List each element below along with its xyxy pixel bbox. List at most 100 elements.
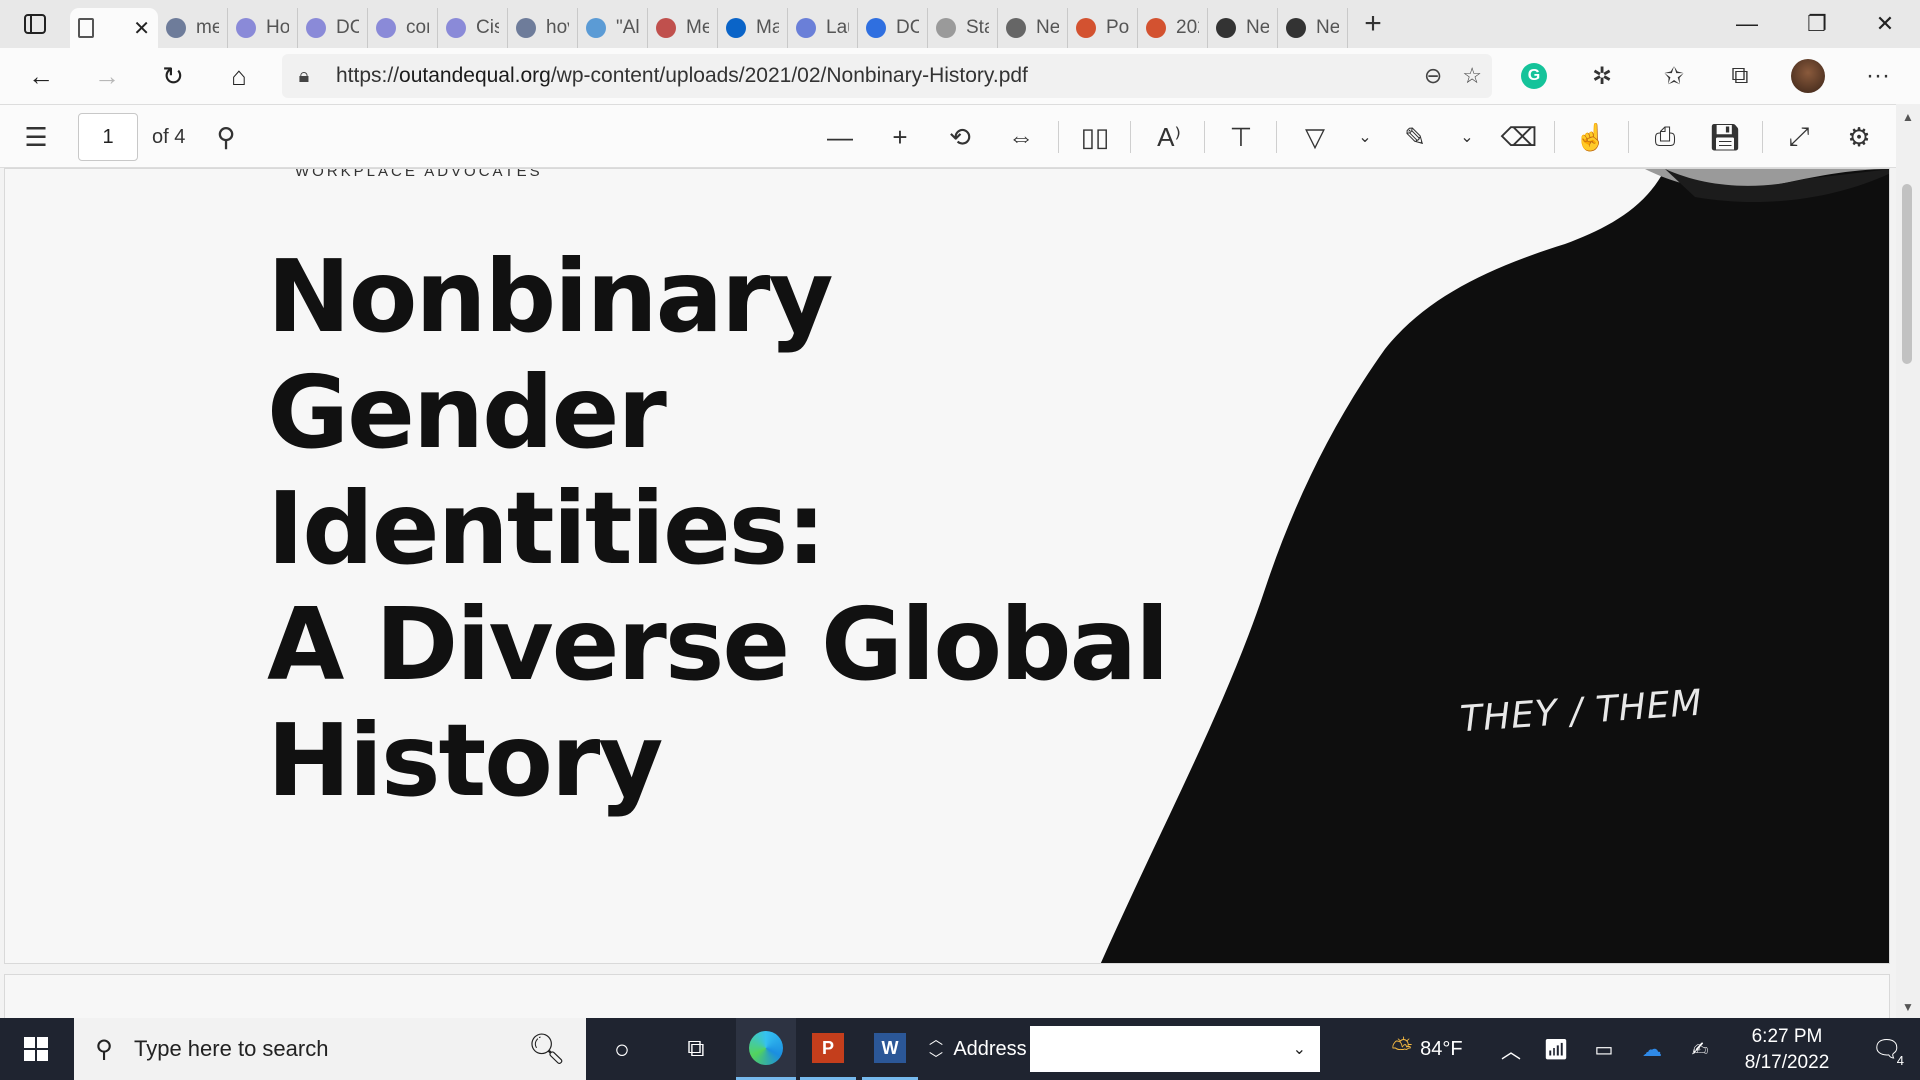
close-tab-icon[interactable]: ✕ — [133, 16, 150, 41]
refresh-button[interactable]: ↻ — [140, 48, 206, 104]
wifi-icon: 📶︎ — [1543, 1038, 1569, 1061]
browser-tab[interactable]: mes — [158, 8, 228, 48]
taskbar-edge[interactable] — [736, 1018, 796, 1080]
pdf-settings-button[interactable]: ⚙ — [1836, 105, 1882, 169]
erase-button[interactable]: ⌫ — [1496, 105, 1542, 169]
add-favorite-icon[interactable]: ☆ — [1462, 63, 1482, 89]
page-view-icon: ▯▯ — [1080, 121, 1110, 152]
settings-more-button[interactable]: ··· — [1850, 48, 1906, 104]
tab-active[interactable]: ✕ — [70, 8, 158, 48]
tab-list: ✕ mes Hor DCI con Cisl hov "All Mec Mai Lau DCI Stal… — [70, 0, 1348, 48]
browser-tab[interactable]: 202 — [1138, 8, 1208, 48]
print-button[interactable]: ⎙ — [1642, 105, 1688, 169]
browser-tab[interactable]: Hor — [228, 8, 298, 48]
page-view-button[interactable]: ▯▯ — [1072, 105, 1118, 169]
taskbar-powerpoint[interactable]: P — [800, 1018, 856, 1080]
read-aloud-button[interactable]: A⁾ — [1146, 105, 1192, 169]
new-tab-button[interactable]: + — [1348, 0, 1398, 48]
clock[interactable]: 6:27 PM 8/17/2022 — [1722, 1024, 1852, 1076]
browser-tab[interactable]: DCI — [298, 8, 368, 48]
home-button[interactable]: ⌂ — [206, 48, 272, 104]
toolbar-scroll-arrows[interactable]: ︿ ﹀ — [924, 1018, 948, 1080]
back-button[interactable]: ← — [8, 48, 74, 104]
cloud-icon: ☁ — [1642, 1038, 1662, 1061]
chevron-down-icon[interactable]: ⌄ — [1293, 1039, 1306, 1059]
taskbar-word[interactable]: W — [862, 1018, 918, 1080]
browser-tab[interactable]: Lau — [788, 8, 858, 48]
address-bar[interactable]: 🔒︎ https://outandequal.org/wp-content/up… — [282, 54, 1492, 98]
tab-actions-button[interactable] — [0, 0, 70, 48]
text-box-icon: ⊤ — [1229, 121, 1253, 152]
fullscreen-button[interactable]: ⤢ — [1776, 105, 1822, 169]
start-button[interactable] — [0, 1018, 72, 1080]
navigation-bar: ← → ↻ ⌂ 🔒︎ https://outandequal.org/wp-co… — [0, 48, 1920, 104]
extensions-button[interactable]: ✲ — [1574, 48, 1630, 104]
zoom-in-button[interactable]: + — [878, 105, 922, 169]
avatar — [1791, 59, 1825, 93]
more-icon: ··· — [1866, 62, 1890, 89]
scroll-up-icon[interactable]: ▲ — [1896, 110, 1920, 124]
find-button[interactable]: ⚲ — [204, 105, 248, 169]
address-input[interactable]: ⌄ — [1030, 1026, 1320, 1072]
browser-tab[interactable]: Nev — [1208, 8, 1278, 48]
browser-tab[interactable]: Stal — [928, 8, 998, 48]
save-button[interactable]: 💾︎ — [1702, 105, 1748, 169]
pdf-viewer[interactable]: WORKPLACE ADVOCATES Nonbinary Gender Ide… — [0, 168, 1920, 1018]
browser-tab[interactable]: Nev — [1278, 8, 1348, 48]
zoom-out-icon[interactable]: ⊖ — [1424, 63, 1442, 89]
fit-width-button[interactable]: ⇔ — [998, 105, 1044, 169]
onedrive-button[interactable]: ☁ — [1632, 1018, 1672, 1080]
browser-tab[interactable]: "All — [578, 8, 648, 48]
pen-workspace-button[interactable]: ✍︎ — [1680, 1018, 1720, 1080]
weather-widget[interactable]: ⛅︎ 84°F — [1372, 1018, 1482, 1080]
windows-logo-icon — [24, 1037, 48, 1061]
battery-button[interactable]: ▭ — [1584, 1018, 1624, 1080]
zoom-out-button[interactable]: — — [818, 105, 862, 169]
show-hidden-icons-button[interactable]: ︿ — [1494, 1018, 1528, 1080]
page-number-input[interactable]: 1 — [78, 113, 138, 161]
url-text[interactable]: https://outandequal.org/wp-content/uploa… — [336, 64, 1028, 88]
restore-button[interactable]: ❐ — [1782, 0, 1852, 48]
collections-button[interactable]: ⧉ — [1712, 48, 1768, 104]
scrollbar-thumb[interactable] — [1902, 184, 1912, 364]
contents-button[interactable]: ☰ — [14, 105, 58, 169]
chevron-down-icon: ⌄ — [1460, 129, 1474, 146]
vertical-scrollbar[interactable]: ▲ ▼ — [1896, 104, 1920, 1018]
draw-button[interactable]: ▽ — [1292, 105, 1338, 169]
minimize-button[interactable]: — — [1712, 0, 1782, 48]
browser-tab[interactable]: DCI — [858, 8, 928, 48]
rotate-button[interactable]: ⟲ — [938, 105, 982, 169]
toolbar-divider — [1130, 121, 1131, 153]
chevron-down-icon: ⌄ — [1358, 129, 1372, 146]
task-view-button[interactable]: ⧉ — [668, 1018, 724, 1080]
network-button[interactable]: 📶︎ — [1536, 1018, 1576, 1080]
notification-center-button[interactable]: 🗨︎ 4 — [1862, 1018, 1912, 1080]
highlighter-icon: ✎ — [1404, 121, 1426, 152]
browser-tab[interactable]: Nev — [998, 8, 1068, 48]
scroll-down-icon[interactable]: ▼ — [1896, 1000, 1920, 1014]
browser-tab[interactable]: Pov — [1068, 8, 1138, 48]
cortana-button[interactable]: ○ — [594, 1018, 650, 1080]
browser-tab[interactable]: con — [368, 8, 438, 48]
profile-button[interactable] — [1780, 48, 1836, 104]
close-window-button[interactable]: ✕ — [1850, 0, 1920, 48]
browser-tab[interactable]: Cisl — [438, 8, 508, 48]
tab-title: Lau — [826, 17, 849, 38]
refresh-icon: ↻ — [162, 60, 184, 91]
browser-tab[interactable]: Mec — [648, 8, 718, 48]
highlight-button[interactable]: ✎ — [1392, 105, 1438, 169]
add-text-button[interactable]: ⊤ — [1218, 105, 1264, 169]
touch-writing-button[interactable]: ☝ — [1568, 105, 1614, 169]
browser-tab[interactable]: Mai — [718, 8, 788, 48]
grammarly-extension-button[interactable]: G — [1506, 48, 1562, 104]
url-scheme: https:// — [336, 64, 400, 87]
url-host: outandequal.org — [399, 64, 551, 87]
highlight-options-dropdown[interactable]: ⌄ — [1456, 105, 1478, 169]
draw-options-dropdown[interactable]: ⌄ — [1354, 105, 1376, 169]
browser-tab[interactable]: hov — [508, 8, 578, 48]
toolbar-divider — [1276, 121, 1277, 153]
taskbar-search[interactable]: ⚲ Type here to search 🔍︎ — [74, 1018, 586, 1080]
plus-icon: + — [892, 121, 908, 152]
favorites-button[interactable]: ✩ — [1646, 48, 1702, 104]
forward-button[interactable]: → — [74, 48, 140, 104]
